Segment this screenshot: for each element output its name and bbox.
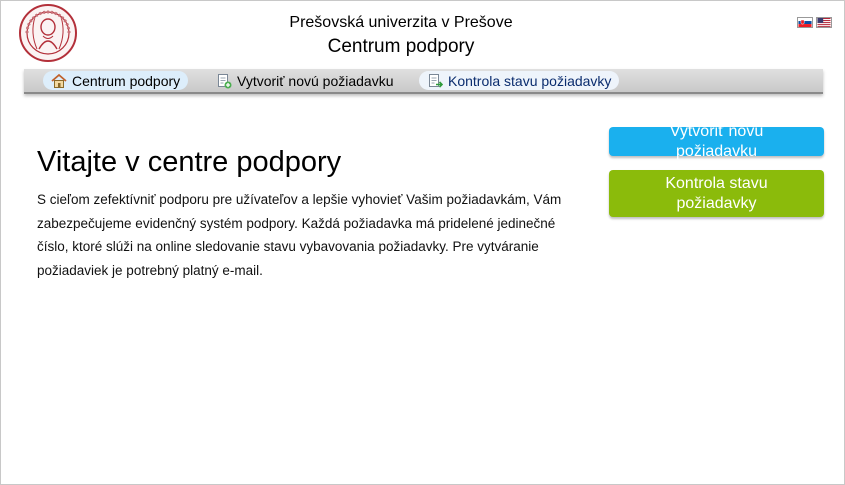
flag-usa-icon[interactable] [816,17,832,28]
page-frame: Prešovská univerzita v Prešove Centrum p… [0,0,845,485]
create-ticket-button[interactable]: Vytvoriť novú požiadavku [609,123,824,160]
nav-label: Vytvoriť novú požiadavku [237,72,394,89]
university-name: Prešovská univerzita v Prešove [289,14,513,31]
language-switcher [797,17,832,28]
nav-item-ticket-status[interactable]: Kontrola stavu požiadavky [419,71,620,90]
nav-item-support-center[interactable]: Centrum podpory [43,71,189,90]
nav-label: Centrum podpory [72,72,181,89]
support-center-title: Centrum podpory [327,36,475,57]
ticket-status-icon [429,73,443,88]
new-ticket-icon [218,73,232,88]
check-ticket-status-button[interactable]: Kontrola stavu požiadavky [609,170,824,217]
flag-slovakia-icon[interactable] [797,17,813,28]
nav-item-new-ticket[interactable]: Vytvoriť novú požiadavku [208,71,401,90]
home-icon [51,73,67,88]
nav-label: Kontrola stavu požiadavky [448,72,612,89]
university-seal-icon[interactable] [15,3,81,63]
page-title: Vitajte v centre podpory [37,146,342,178]
header-titles: Prešovská univerzita v Prešove Centrum p… [201,13,601,60]
main-navigation: Centrum podpory Vytvoriť novú požiadavku… [24,69,823,94]
intro-text: S cieľom zefektívniť podporu pre užívate… [37,192,562,278]
